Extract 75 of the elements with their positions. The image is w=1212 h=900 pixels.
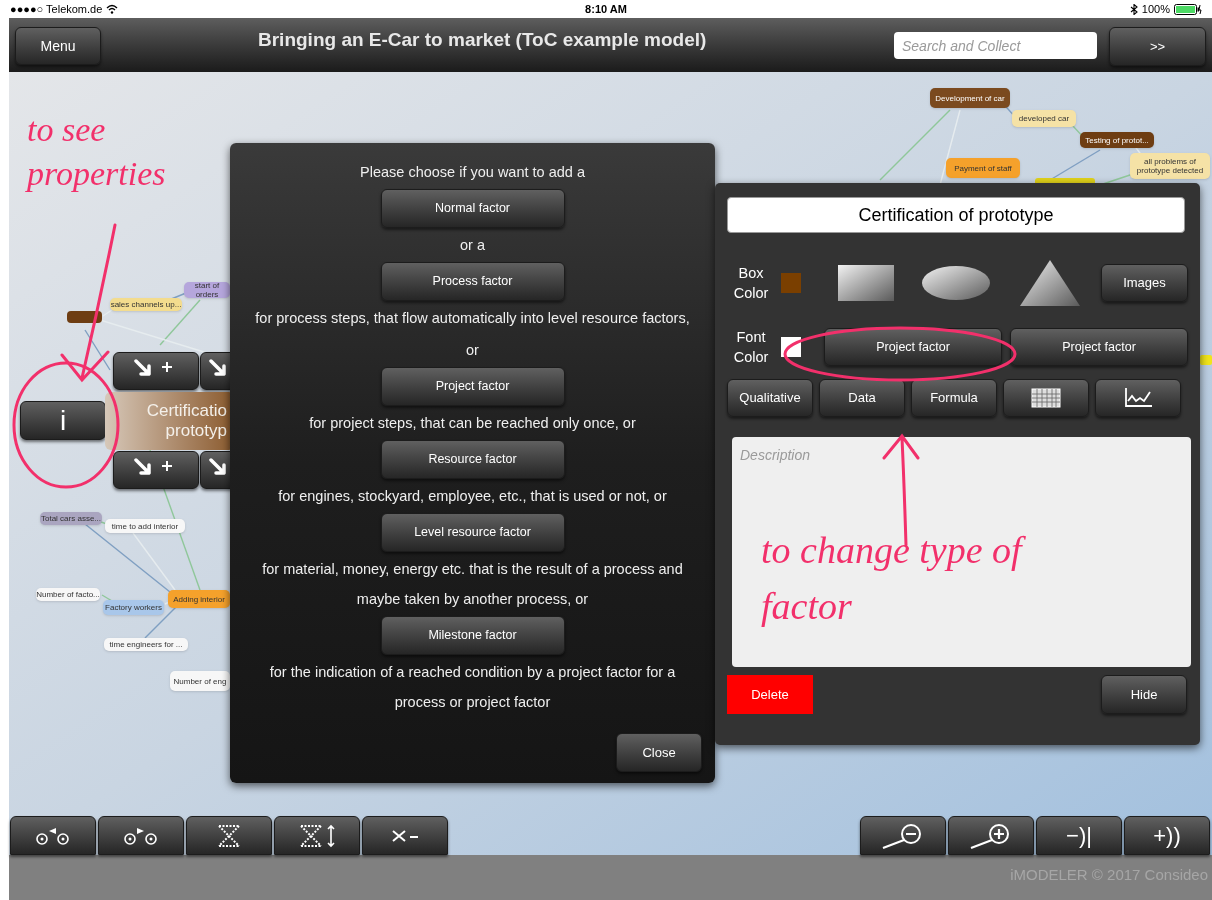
factor-node[interactable]: Testing of protot... xyxy=(1080,132,1154,148)
search-field[interactable]: Search and Collect xyxy=(894,32,1097,59)
triangle-shape-icon[interactable] xyxy=(1019,259,1081,307)
info-button[interactable]: i xyxy=(20,401,106,440)
clock-time: 8:10 AM xyxy=(585,1,627,17)
ellipse-shape-icon[interactable] xyxy=(921,265,991,301)
property-tab[interactable]: Data xyxy=(819,379,905,417)
collapse-icon xyxy=(390,827,420,844)
toolbar-button[interactable]: +)) xyxy=(1124,816,1210,855)
toolbar-button[interactable] xyxy=(948,816,1034,855)
factor-node[interactable]: time engineers for ... xyxy=(104,638,188,651)
factor-node[interactable]: time to add interior xyxy=(105,519,185,533)
factor-node[interactable]: sales channels up... xyxy=(110,298,182,311)
next-button[interactable]: >> xyxy=(1109,27,1206,66)
factor-node[interactable]: all problems of prototype detected xyxy=(1130,153,1210,179)
line-chart-icon xyxy=(1123,387,1153,409)
handwritten-note: to change type of factor xyxy=(761,522,1061,634)
close-button[interactable]: Close xyxy=(616,733,702,772)
font-color-label: Font Color xyxy=(732,328,770,367)
toolbar-button[interactable] xyxy=(186,816,272,855)
hide-button[interactable]: Hide xyxy=(1101,675,1187,714)
box-color-label: Box Color xyxy=(732,264,770,303)
toolbar-button[interactable] xyxy=(10,816,96,855)
delete-button[interactable]: Delete xyxy=(727,675,813,714)
factor-node[interactable]: Factory workers xyxy=(103,600,164,615)
node-label: prototyp xyxy=(165,421,227,441)
toolbar-button[interactable] xyxy=(362,816,448,855)
dialog-text: for project steps, that can be reached only once, or xyxy=(308,414,637,433)
factor-node[interactable]: Total cars asse... xyxy=(40,512,102,525)
wifi-icon xyxy=(106,4,119,14)
dialog-text: for material, money, energy etc. that is the result of a process and maybe taken by another process, or xyxy=(261,560,684,609)
handwritten-note: to see properties xyxy=(27,110,167,194)
images-button[interactable]: Images xyxy=(1101,264,1188,302)
carrier-text: ●●●●○ Telekom.de xyxy=(10,1,103,17)
toolbar-button[interactable] xyxy=(274,816,360,855)
factor-node[interactable]: Number of eng xyxy=(170,671,230,691)
box-color-swatch[interactable] xyxy=(781,273,801,293)
node-label: Certificatio xyxy=(146,401,227,421)
property-tab[interactable]: Qualitative xyxy=(727,379,813,417)
dialog-text: for the indication of a reached condition by a project factor for a process or project factor xyxy=(268,663,677,712)
battery-icon xyxy=(1174,3,1202,15)
window-title: Bringing an E-Car to market (ToC example model) xyxy=(258,28,707,52)
factor-type-dropdown[interactable]: Project factor xyxy=(1010,328,1188,366)
factor-type-button[interactable]: Resource factor xyxy=(380,440,565,479)
factor-type-dropdown[interactable]: Project factor xyxy=(824,328,1002,366)
factor-type-button[interactable]: Normal factor xyxy=(380,189,565,228)
factor-node[interactable]: Adding interior xyxy=(168,590,230,608)
factor-type-button[interactable]: Project factor xyxy=(380,367,565,406)
name-field[interactable]: Certification of prototype xyxy=(727,197,1185,233)
dialog-text: or xyxy=(465,341,480,360)
factor-node[interactable]: Development of car xyxy=(930,88,1010,108)
dialog-text: for engines, stockyard, employee, etc., that is used or not, or xyxy=(277,487,668,506)
bluetooth-icon xyxy=(1129,3,1138,15)
table-icon xyxy=(1031,388,1061,408)
dialog-text: Please choose if you want to add a xyxy=(359,163,586,182)
chart-button[interactable] xyxy=(1095,379,1181,417)
connect-button[interactable] xyxy=(113,451,199,489)
toolbar-button[interactable] xyxy=(860,816,946,855)
factor-node[interactable]: Payment of staff xyxy=(946,158,1020,178)
factor-node[interactable]: Number of facto... xyxy=(36,588,100,601)
factor-type-button[interactable]: Level resource factor xyxy=(380,513,565,552)
factor-node[interactable]: developed car xyxy=(1012,110,1076,127)
table-button[interactable] xyxy=(1003,379,1089,417)
menu-button[interactable]: Menu xyxy=(15,27,101,65)
toolbar-button[interactable]: −)| xyxy=(1036,816,1122,855)
battery-percent: 100% xyxy=(1141,1,1170,17)
dialog-text: or a xyxy=(459,236,486,255)
connect-button[interactable] xyxy=(113,352,199,390)
dialog-text: for process steps, that flow automatically into level resource factors, xyxy=(254,309,691,328)
toolbar-button[interactable] xyxy=(98,816,184,855)
property-tab[interactable]: Formula xyxy=(911,379,997,417)
factor-type-button[interactable]: Milestone factor xyxy=(380,616,565,655)
factor-type-button[interactable]: Process factor xyxy=(380,262,565,301)
rectangle-shape-icon[interactable] xyxy=(837,264,895,302)
factor-node[interactable]: start of orders xyxy=(184,282,230,298)
